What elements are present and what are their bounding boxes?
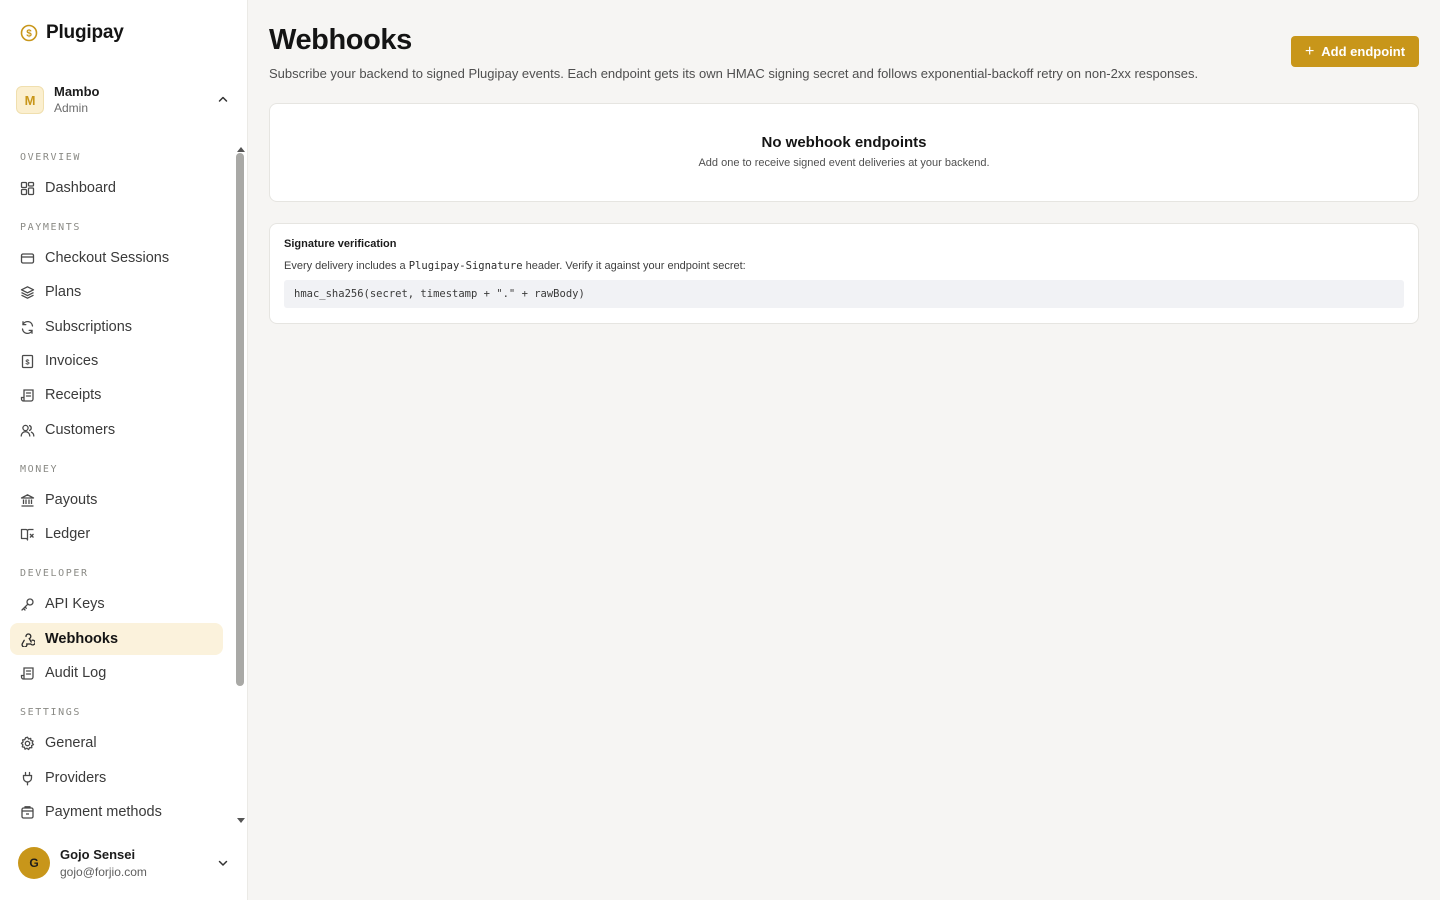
user-email: gojo@forjio.com — [60, 864, 147, 879]
sidebar-item-plans[interactable]: Plans — [10, 276, 223, 308]
org-switcher[interactable]: M Mambo Admin — [16, 84, 236, 116]
plug-icon — [20, 771, 35, 786]
sidebar-item-label: Receipts — [45, 387, 102, 403]
layers-icon — [20, 285, 35, 300]
scroll-up-arrow-icon[interactable] — [236, 140, 246, 152]
nav-section-payments: Payments — [20, 222, 81, 233]
sidebar-item-ledger[interactable]: Ledger — [10, 518, 223, 550]
page-subtitle: Subscribe your backend to signed Plugipa… — [269, 66, 1199, 81]
users-icon — [20, 423, 35, 438]
sidebar-item-customers[interactable]: Customers — [10, 414, 223, 446]
sidebar-item-label: Payment methods — [45, 804, 162, 820]
sidebar-scrollbar[interactable] — [234, 140, 248, 824]
nav-section-money: Money — [20, 464, 59, 475]
empty-state-subtitle: Add one to receive signed event deliveri… — [698, 157, 990, 169]
chevron-down-icon[interactable] — [216, 856, 230, 870]
org-role: Admin — [54, 100, 89, 115]
book-icon — [20, 527, 35, 542]
dollar-file-icon: $ — [20, 354, 35, 369]
receipt-icon — [20, 388, 35, 403]
webhook-icon — [20, 632, 35, 647]
bank-icon — [20, 493, 35, 508]
signature-text-after: header. Verify it against your endpoint … — [522, 260, 746, 272]
sidebar-item-payment-methods[interactable]: Payment methods — [10, 796, 223, 824]
plus-icon: + — [1304, 42, 1315, 60]
org-avatar: M — [16, 86, 44, 114]
sidebar-item-audit-log[interactable]: Audit Log — [10, 657, 223, 689]
dollar-coin-icon: $ — [20, 24, 38, 42]
add-endpoint-label: Add endpoint — [1321, 44, 1406, 59]
sidebar-item-general[interactable]: General — [10, 727, 223, 759]
nav-section-settings: Settings — [20, 707, 81, 718]
signature-text-before: Every delivery includes a — [284, 260, 409, 272]
chevron-up-icon[interactable] — [216, 92, 230, 106]
sidebar-item-receipts[interactable]: Receipts — [10, 379, 223, 411]
sidebar-item-label: Invoices — [45, 353, 99, 369]
sidebar: $ Plugipay M Mambo Admin Overview Dashbo… — [0, 0, 248, 900]
sidebar-item-dashboard[interactable]: Dashboard — [10, 172, 223, 204]
sidebar-item-label: Webhooks — [45, 631, 119, 647]
empty-state-title: No webhook endpoints — [761, 134, 927, 151]
scroll-down-arrow-icon[interactable] — [236, 812, 246, 823]
user-menu[interactable]: G Gojo Sensei gojo@forjio.com — [18, 845, 238, 881]
sidebar-nav: Overview Dashboard Payments Checkout Ses… — [0, 140, 234, 824]
sidebar-item-label: Dashboard — [45, 180, 116, 196]
nav-section-developer: Developer — [20, 568, 89, 579]
key-icon — [20, 597, 35, 612]
page-title: Webhooks — [269, 24, 412, 56]
sidebar-item-label: API Keys — [45, 596, 105, 612]
main-content: Webhooks Subscribe your backend to signe… — [248, 0, 1440, 900]
sidebar-item-label: Payouts — [45, 492, 98, 508]
log-icon — [20, 666, 35, 681]
nav-section-overview: Overview — [20, 152, 81, 163]
signature-verification-card: Signature verification Every delivery in… — [269, 223, 1419, 324]
svg-text:$: $ — [26, 29, 32, 40]
sidebar-item-providers[interactable]: Providers — [10, 762, 223, 794]
empty-state-card: No webhook endpoints Add one to receive … — [269, 103, 1419, 202]
sidebar-item-label: General — [45, 735, 97, 751]
sidebar-item-label: Plans — [45, 284, 82, 300]
sidebar-item-label: Providers — [45, 770, 107, 786]
signature-header-name: Plugipay-Signature — [408, 260, 523, 272]
org-name: Mambo — [54, 84, 100, 100]
sidebar-item-label: Audit Log — [45, 665, 107, 681]
user-name: Gojo Sensei — [60, 847, 136, 863]
scrollbar-thumb[interactable] — [236, 153, 244, 686]
signature-description: Every delivery includes a Plugipay-Signa… — [284, 260, 1404, 272]
wallet-icon — [20, 805, 35, 820]
sidebar-item-label: Ledger — [45, 526, 91, 542]
grid-icon — [20, 181, 35, 196]
brand-name: Plugipay — [46, 22, 124, 43]
sidebar-item-checkout-sessions[interactable]: Checkout Sessions — [10, 242, 223, 274]
sidebar-item-payouts[interactable]: Payouts — [10, 484, 223, 516]
avatar: G — [18, 847, 50, 879]
svg-text:$: $ — [25, 357, 30, 366]
signature-code-block[interactable]: hmac_sha256(secret, timestamp + "." + ra… — [284, 280, 1404, 308]
refresh-icon — [20, 320, 35, 335]
sidebar-item-webhooks[interactable]: Webhooks — [10, 623, 223, 655]
sidebar-item-subscriptions[interactable]: Subscriptions — [10, 311, 223, 343]
brand[interactable]: $ Plugipay — [20, 21, 124, 45]
signature-title: Signature verification — [284, 238, 397, 250]
sidebar-item-label: Checkout Sessions — [45, 250, 170, 266]
card-icon — [20, 251, 35, 266]
add-endpoint-button[interactable]: + Add endpoint — [1291, 36, 1419, 67]
sidebar-item-label: Customers — [45, 422, 116, 438]
sidebar-item-api-keys[interactable]: API Keys — [10, 588, 223, 620]
sidebar-item-label: Subscriptions — [45, 319, 133, 335]
gear-icon — [20, 736, 35, 751]
sidebar-item-invoices[interactable]: $ Invoices — [10, 345, 223, 377]
